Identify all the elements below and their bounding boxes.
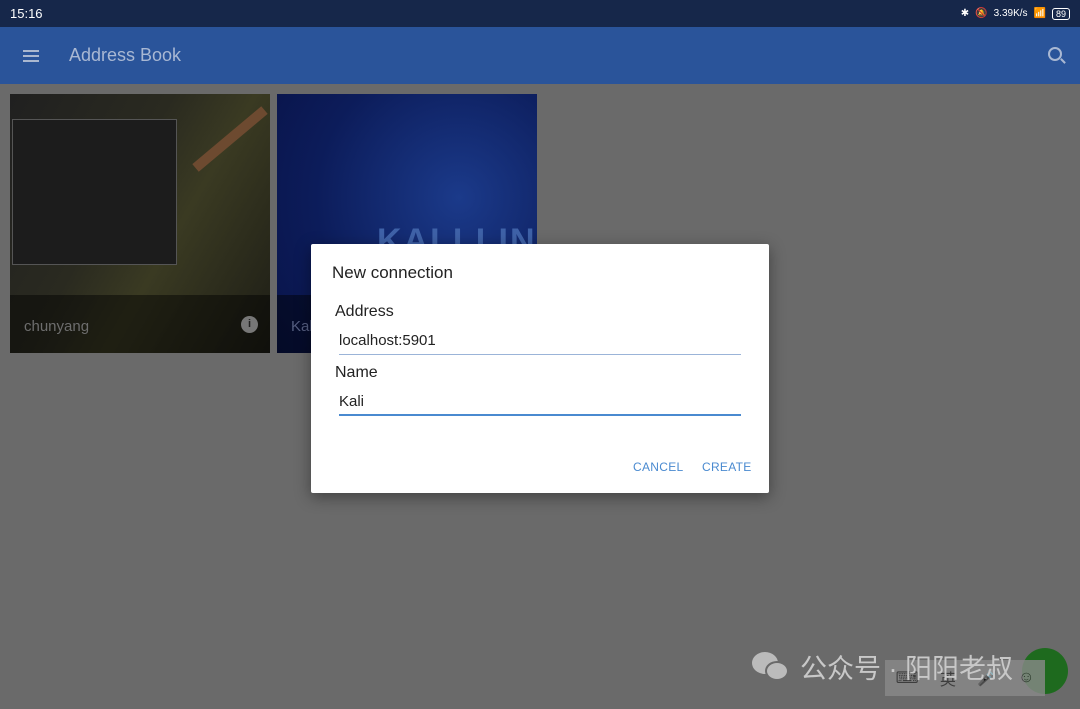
status-bar: 15:16 ✱ 🔕 3.39K/s 📶 89 [0, 0, 1080, 27]
watermark: 公众号 · 阳阳老叔 [752, 647, 1013, 686]
create-button[interactable]: CREATE [702, 460, 752, 474]
wallpaper-decoration [192, 106, 268, 172]
connection-card[interactable]: chunyang i [10, 94, 270, 353]
mute-icon: 🔕 [975, 8, 988, 19]
address-input[interactable] [339, 327, 741, 355]
app-bar: Address Book [0, 27, 1080, 84]
info-icon[interactable]: i [241, 316, 258, 333]
net-speed: 3.39K/s [993, 8, 1028, 19]
new-connection-dialog: New connection Address Name CANCEL CREAT… [311, 244, 769, 493]
page-title: Address Book [69, 45, 182, 65]
menu-icon[interactable] [23, 49, 39, 62]
address-label: Address [335, 303, 394, 320]
battery-icon: 89 [1051, 7, 1070, 20]
emoji-icon[interactable]: ☺ [1018, 669, 1034, 687]
dialog-title: New connection [332, 263, 453, 282]
search-icon[interactable] [1048, 47, 1062, 61]
remote-window-thumbnail [12, 119, 177, 265]
cancel-button[interactable]: CANCEL [633, 460, 683, 474]
clock: 15:16 [10, 6, 43, 21]
name-label: Name [335, 364, 378, 381]
name-input[interactable] [339, 388, 741, 416]
bluetooth-icon: ✱ [960, 8, 970, 19]
wifi-icon: 📶 [1033, 8, 1046, 19]
wechat-icon [752, 651, 790, 682]
connection-name: chunyang [24, 318, 90, 335]
